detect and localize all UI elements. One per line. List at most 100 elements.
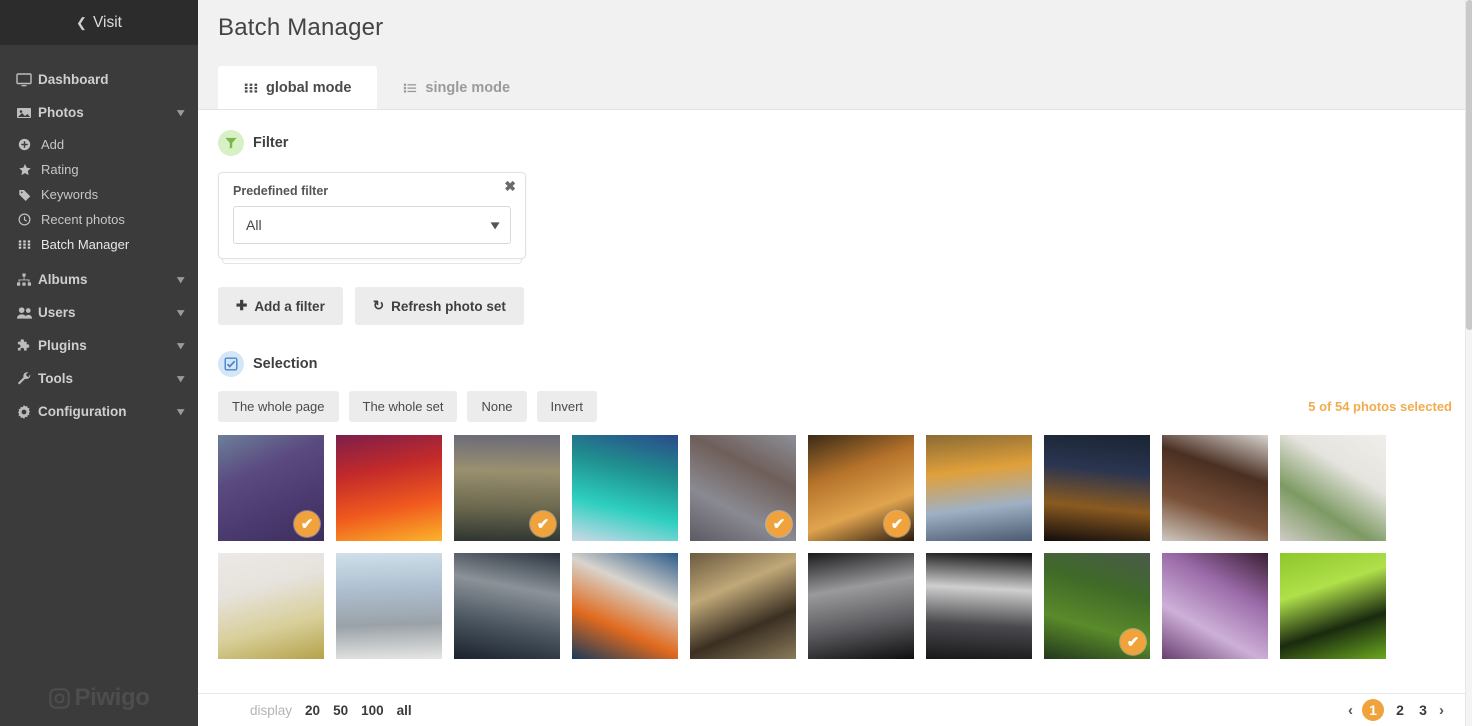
predefined-filter-select[interactable]: All ▾ xyxy=(233,206,511,244)
photo-thumbnail[interactable] xyxy=(1162,435,1268,541)
sidebar-item-keywords[interactable]: Keywords xyxy=(0,182,198,207)
filter-section-header: Filter xyxy=(218,130,1452,156)
photo-thumbnail[interactable] xyxy=(1162,553,1268,659)
select-whole-set-button[interactable]: The whole set xyxy=(348,391,458,422)
selected-check-icon[interactable]: ✔ xyxy=(766,511,792,537)
sidebar-item-configuration[interactable]: Configuration ▾ xyxy=(0,395,198,428)
filter-panel: ✖ Predefined filter All ▾ xyxy=(218,172,526,264)
sidebar-item-add[interactable]: Add xyxy=(0,132,198,157)
select-whole-page-button[interactable]: The whole page xyxy=(218,391,339,422)
checkbox-icon xyxy=(218,351,244,377)
users-icon xyxy=(16,305,38,321)
photo-thumbnail[interactable] xyxy=(926,553,1032,659)
photo-thumbnail[interactable]: ✔ xyxy=(690,435,796,541)
clock-icon xyxy=(18,213,41,226)
photo-image xyxy=(926,553,1032,659)
photo-image xyxy=(926,435,1032,541)
photo-image xyxy=(1280,553,1386,659)
photo-grid: ✔ ✔ ✔ ✔ ✔ xyxy=(218,435,1452,659)
sidebar-item-batch-manager[interactable]: Batch Manager xyxy=(0,232,198,257)
piwigo-label: Piwigo xyxy=(74,684,150,711)
page-header: Batch Manager global mode single mode xyxy=(198,0,1472,110)
sidebar-item-label: Albums xyxy=(38,272,88,287)
chevron-left-icon[interactable]: ‹ xyxy=(1348,702,1353,719)
photo-thumbnail[interactable] xyxy=(1280,435,1386,541)
sidebar-item-plugins[interactable]: Plugins ▾ xyxy=(0,329,198,362)
selection-count: 5 of 54 photos selected xyxy=(1308,399,1452,414)
funnel-icon xyxy=(218,130,244,156)
photo-thumbnail[interactable] xyxy=(454,553,560,659)
page-button-1[interactable]: 1 xyxy=(1362,699,1384,721)
filter-actions: ✚ Add a filter ↻ Refresh photo set xyxy=(218,287,1452,325)
pagination: ‹ 1 2 3 › xyxy=(1348,699,1452,721)
page-title: Batch Manager xyxy=(218,14,384,41)
photo-thumbnail[interactable]: ✔ xyxy=(1044,553,1150,659)
page-button-2[interactable]: 2 xyxy=(1393,702,1407,718)
select-none-button[interactable]: None xyxy=(467,391,527,422)
tab-single-mode[interactable]: single mode xyxy=(377,66,536,109)
photo-image xyxy=(218,553,324,659)
sidebar-item-tools[interactable]: Tools ▾ xyxy=(0,362,198,395)
puzzle-icon xyxy=(16,338,38,354)
select-invert-button[interactable]: Invert xyxy=(536,391,598,422)
photo-thumbnail[interactable]: ✔ xyxy=(808,435,914,541)
plus-icon: ✚ xyxy=(236,298,248,313)
sidebar: ❮ Visit Dashboard Photos ▾ Add Rating Ke… xyxy=(0,0,198,726)
selection-actions: The whole page The whole set None Invert… xyxy=(218,391,1452,422)
photo-thumbnail[interactable] xyxy=(1280,553,1386,659)
grid-icon xyxy=(244,81,258,95)
sidebar-item-photos[interactable]: Photos ▾ xyxy=(0,96,198,129)
chevron-down-icon: ▾ xyxy=(177,274,185,286)
predefined-filter-value: All xyxy=(246,217,262,233)
photo-thumbnail[interactable] xyxy=(572,553,678,659)
mode-tabs: global mode single mode xyxy=(218,66,536,109)
add-filter-button[interactable]: ✚ Add a filter xyxy=(218,287,343,325)
sidebar-item-rating[interactable]: Rating xyxy=(0,157,198,182)
selected-check-icon[interactable]: ✔ xyxy=(294,511,320,537)
photo-image xyxy=(808,553,914,659)
selected-check-icon[interactable]: ✔ xyxy=(884,511,910,537)
refresh-photo-set-button[interactable]: ↻ Refresh photo set xyxy=(354,287,524,325)
photo-thumbnail[interactable] xyxy=(690,553,796,659)
sidebar-item-albums[interactable]: Albums ▾ xyxy=(0,263,198,296)
photo-thumbnail[interactable]: ✔ xyxy=(454,435,560,541)
photo-image xyxy=(336,553,442,659)
photo-thumbnail[interactable]: ✔ xyxy=(218,435,324,541)
photo-thumbnail[interactable] xyxy=(336,435,442,541)
chevron-right-icon[interactable]: › xyxy=(1439,702,1444,719)
visit-label: Visit xyxy=(92,13,122,31)
page-button-3[interactable]: 3 xyxy=(1416,702,1430,718)
sidebar-item-dashboard[interactable]: Dashboard xyxy=(0,63,198,96)
sidebar-nav: Dashboard Photos ▾ Add Rating Keywords R… xyxy=(0,45,198,428)
photo-thumbnail[interactable] xyxy=(218,553,324,659)
visit-link[interactable]: ❮ Visit xyxy=(0,0,198,45)
sidebar-item-recent-photos[interactable]: Recent photos xyxy=(0,207,198,232)
gear-icon xyxy=(16,404,38,420)
photo-thumbnail[interactable] xyxy=(1044,435,1150,541)
selected-check-icon[interactable]: ✔ xyxy=(1120,629,1146,655)
display-option-all[interactable]: all xyxy=(397,703,412,718)
display-option-50[interactable]: 50 xyxy=(333,703,348,718)
scrollbar-thumb[interactable] xyxy=(1466,0,1472,330)
vertical-scrollbar[interactable] xyxy=(1465,0,1472,726)
photo-image xyxy=(1162,553,1268,659)
photo-image xyxy=(336,435,442,541)
photo-image xyxy=(1162,435,1268,541)
close-icon[interactable]: ✖ xyxy=(504,179,516,193)
selected-check-icon[interactable]: ✔ xyxy=(530,511,556,537)
photo-thumbnail[interactable] xyxy=(926,435,1032,541)
photo-thumbnail[interactable] xyxy=(808,553,914,659)
chevron-down-icon: ▾ xyxy=(177,340,185,352)
photo-thumbnail[interactable] xyxy=(336,553,442,659)
photo-thumbnail[interactable] xyxy=(572,435,678,541)
predefined-filter-card: ✖ Predefined filter All ▾ xyxy=(218,172,526,259)
display-option-100[interactable]: 100 xyxy=(361,703,384,718)
star-icon xyxy=(18,163,41,177)
display-option-20[interactable]: 20 xyxy=(305,703,320,718)
chevron-down-icon: ▾ xyxy=(177,406,185,418)
tab-label: global mode xyxy=(266,80,352,96)
tab-global-mode[interactable]: global mode xyxy=(218,66,378,109)
sidebar-item-label: Tools xyxy=(38,371,73,386)
sidebar-item-label: Configuration xyxy=(38,404,127,419)
sidebar-item-users[interactable]: Users ▾ xyxy=(0,296,198,329)
